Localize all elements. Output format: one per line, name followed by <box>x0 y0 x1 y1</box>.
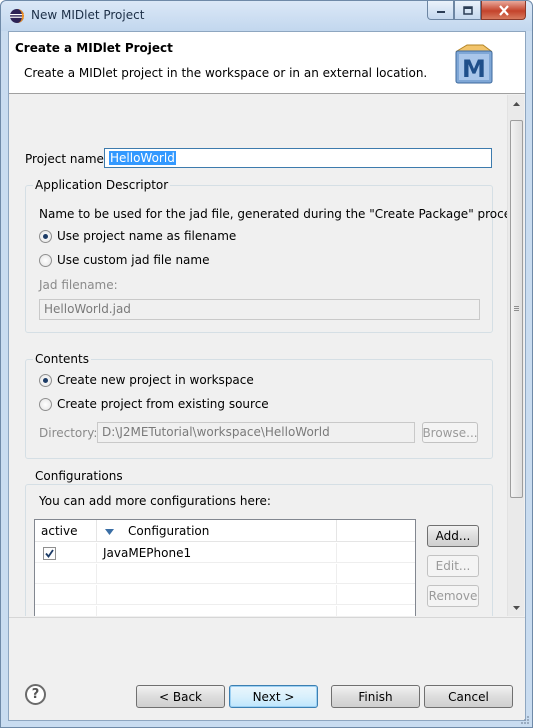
use-custom-jad-radio[interactable]: Use custom jad file name <box>39 253 209 267</box>
configuration-name-cell: JavaMEPhone1 <box>97 543 337 563</box>
scroll-up-icon <box>513 101 520 106</box>
configurations-instruction: You can add more configurations here: <box>39 494 271 508</box>
create-new-project-radio[interactable]: Create new project in workspace <box>39 373 254 387</box>
scroll-up-button[interactable] <box>508 95 525 112</box>
column-header-configuration-label: Configuration <box>128 524 210 538</box>
wizard-footer: ? < Back Next > Finish Cancel <box>9 617 525 720</box>
project-name-input[interactable]: HelloWorld <box>104 148 492 168</box>
minimize-button[interactable] <box>427 1 454 20</box>
finish-button[interactable]: Finish <box>331 685 420 708</box>
project-name-label: Project name: <box>25 152 108 166</box>
radio-circle <box>39 373 52 387</box>
close-button[interactable] <box>481 1 526 20</box>
application-descriptor-title: Application Descriptor <box>33 178 171 192</box>
jad-instruction: Name to be used for the jad file, genera… <box>39 207 525 221</box>
active-cell <box>35 543 97 563</box>
checkmark-icon <box>45 549 54 558</box>
active-checkbox[interactable] <box>43 547 56 560</box>
svg-text:M: M <box>462 55 486 83</box>
table-header: active Configuration <box>35 520 415 542</box>
jad-filename-label: Jad filename: <box>39 278 118 292</box>
project-name-value: HelloWorld <box>109 151 176 165</box>
jad-filename-input[interactable]: HelloWorld.jad <box>39 299 480 320</box>
wizard-header: Create a MIDlet Project Create a MIDlet … <box>9 32 525 94</box>
directory-input[interactable]: D:\J2METutorial\workspace\HelloWorld <box>97 422 415 443</box>
minimize-icon <box>436 11 445 13</box>
table-row <box>35 585 415 605</box>
configurations-table[interactable]: active Configuration JavaMEPhone1 <box>34 519 416 616</box>
maximize-button[interactable] <box>454 1 481 20</box>
browse-button[interactable]: Browse... <box>422 422 478 443</box>
configurations-title: Configurations <box>33 469 125 483</box>
contents-title: Contents <box>33 352 91 366</box>
next-button[interactable]: Next > <box>229 685 318 708</box>
window-title: New MIDlet Project <box>31 8 145 22</box>
table-row[interactable]: JavaMEPhone1 <box>35 543 415 563</box>
header-title: Create a MIDlet Project <box>15 41 173 55</box>
radio-circle <box>39 397 52 411</box>
edit-configuration-button[interactable]: Edit... <box>427 555 479 577</box>
remove-configuration-button[interactable]: Remove <box>427 585 479 607</box>
radio-circle <box>39 229 52 243</box>
title-bar[interactable]: New MIDlet Project <box>1 1 532 31</box>
use-project-name-label: Use project name as filename <box>57 229 237 243</box>
header-description: Create a MIDlet project in the workspace… <box>24 66 428 80</box>
existing-source-label: Create project from existing source <box>57 397 269 411</box>
eclipse-icon <box>9 8 25 24</box>
wizard-content: Project name: HelloWorld Application Des… <box>9 95 525 616</box>
maximize-icon <box>462 5 473 15</box>
column-header-active[interactable]: active <box>35 520 97 542</box>
scroll-down-button[interactable] <box>508 599 525 616</box>
existing-source-radio[interactable]: Create project from existing source <box>39 397 269 411</box>
create-new-project-label: Create new project in workspace <box>57 373 254 387</box>
table-row <box>35 564 415 584</box>
close-icon <box>498 4 509 16</box>
cancel-button[interactable]: Cancel <box>424 685 513 708</box>
radio-circle <box>39 253 52 267</box>
column-header-configuration[interactable]: Configuration <box>97 520 337 542</box>
sort-descending-icon <box>105 528 114 535</box>
table-row <box>35 606 415 616</box>
dialog-client-area: Create a MIDlet Project Create a MIDlet … <box>8 31 526 721</box>
use-project-name-radio[interactable]: Use project name as filename <box>39 229 236 243</box>
midlet-project-wizard-icon: M <box>453 41 495 87</box>
window-controls <box>427 1 526 21</box>
scroll-thumb[interactable] <box>510 120 523 498</box>
resize-grip-icon[interactable] <box>520 715 530 725</box>
dialog-window: New MIDlet Project Create a MIDlet Proje… <box>0 0 533 728</box>
back-button[interactable]: < Back <box>136 685 225 708</box>
use-custom-jad-label: Use custom jad file name <box>57 253 210 267</box>
help-icon[interactable]: ? <box>25 684 46 705</box>
directory-label: Directory: <box>39 426 98 440</box>
add-configuration-button[interactable]: Add... <box>427 525 479 547</box>
scroll-down-icon <box>513 605 520 610</box>
vertical-scrollbar[interactable] <box>507 95 524 616</box>
